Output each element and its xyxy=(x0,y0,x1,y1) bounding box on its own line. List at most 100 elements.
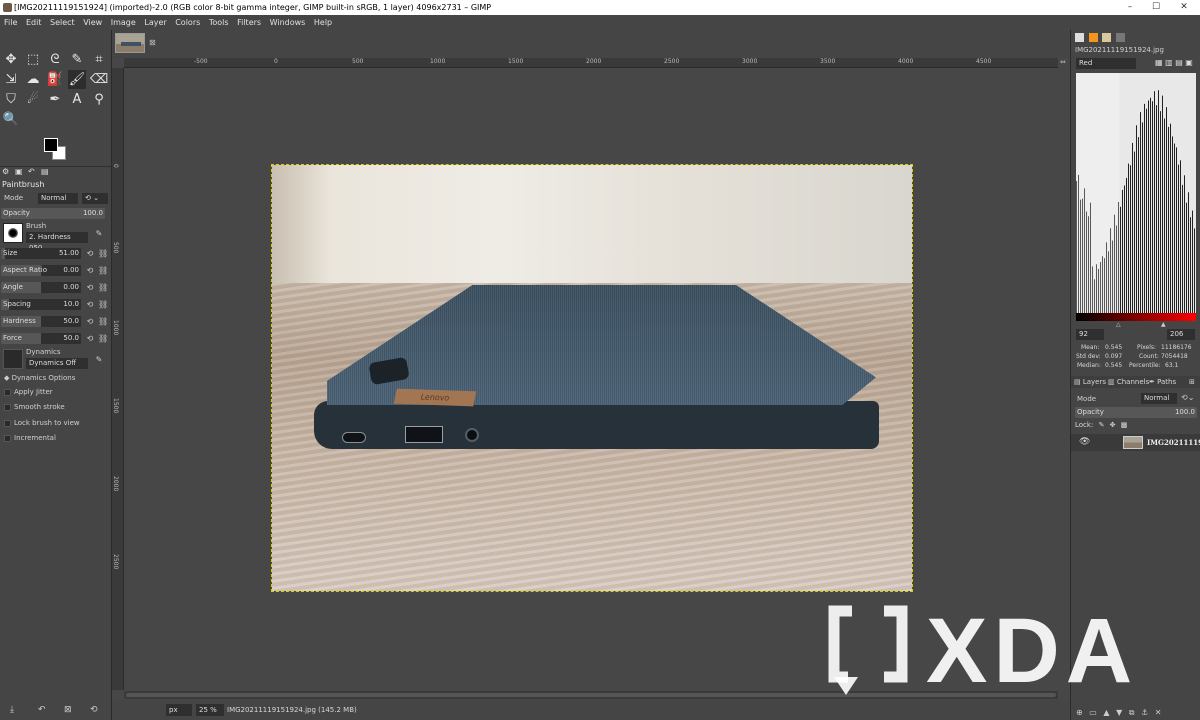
histogram-tab-icon[interactable] xyxy=(1075,33,1084,42)
force-reset-icon[interactable]: ⟲ xyxy=(85,333,95,344)
menu-windows[interactable]: Windows xyxy=(270,18,306,27)
bucket-fill-tool-icon[interactable]: ⛽ xyxy=(46,70,64,89)
aspect-ratio-slider[interactable]: Aspect Ratio 0.00 xyxy=(1,265,81,276)
brush-preview[interactable] xyxy=(3,223,23,243)
foreground-color-swatch[interactable] xyxy=(44,138,58,152)
hardness-slider[interactable]: Hardness 50.0 xyxy=(1,316,81,327)
range-low-field[interactable]: 92 xyxy=(1076,329,1104,340)
incremental-checkbox[interactable]: Incremental xyxy=(4,434,116,447)
smudge-tool-icon[interactable]: ☄ xyxy=(24,90,42,109)
lasso-tool-icon[interactable]: ᘓ xyxy=(46,50,64,69)
move-tool-icon[interactable]: ✥ xyxy=(2,50,20,69)
lock-pixels-icon[interactable]: ✎ xyxy=(1099,421,1105,429)
angle-slider[interactable]: Angle 0.00 xyxy=(1,282,81,293)
spacing-link-icon[interactable]: ⛓ xyxy=(98,299,108,310)
undo-history-tab-icon[interactable]: ↶ xyxy=(28,167,39,177)
dynamics-field[interactable]: Dynamics Off xyxy=(26,358,88,369)
range-high-marker-icon[interactable]: ▲ xyxy=(1161,321,1166,328)
anchor-layer-icon[interactable]: ⚓ xyxy=(1141,708,1148,717)
new-group-icon[interactable]: ▭ xyxy=(1089,708,1097,717)
fuzzy-select-tool-icon[interactable]: ✎ xyxy=(68,50,86,69)
fg-bg-colors[interactable] xyxy=(42,136,70,162)
tab-layers[interactable]: ▤ Layers xyxy=(1074,376,1106,388)
size-link-icon[interactable]: ⛓ xyxy=(98,248,108,259)
opacity-slider[interactable]: Opacity 100.0 xyxy=(1,208,105,219)
lock-brush-checkbox[interactable]: Lock brush to view xyxy=(4,419,116,432)
force-link-icon[interactable]: ⛓ xyxy=(98,333,108,344)
raise-layer-icon[interactable]: ▲ xyxy=(1103,708,1109,717)
spacing-reset-icon[interactable]: ⟲ xyxy=(85,299,95,310)
clone-tool-icon[interactable]: ⛉ xyxy=(2,90,20,109)
menu-image[interactable]: Image xyxy=(111,18,136,27)
menu-tools[interactable]: Tools xyxy=(209,18,229,27)
unit-select[interactable]: px xyxy=(166,704,192,716)
lower-layer-icon[interactable]: ▼ xyxy=(1116,708,1122,717)
range-high-field[interactable]: 206 xyxy=(1167,329,1195,340)
image-tab-thumbnail[interactable] xyxy=(115,33,145,53)
layer-mode-select[interactable]: Normal xyxy=(1141,393,1177,404)
delete-options-icon[interactable]: ⊠ xyxy=(64,705,72,715)
restore-options-icon[interactable]: ↶ xyxy=(38,705,46,715)
dynamics-options-expander[interactable]: ◆ Dynamics Options xyxy=(4,374,116,387)
close-button[interactable]: ✕ xyxy=(1172,0,1196,15)
brush-edit-icon[interactable]: ✎ xyxy=(94,228,104,239)
dynamics-edit-icon[interactable]: ✎ xyxy=(94,354,104,365)
layer-opacity-slider[interactable]: Opacity 100.0 xyxy=(1075,407,1197,418)
menu-layer[interactable]: Layer xyxy=(144,18,166,27)
tool-options-tab-icon[interactable]: ⚙ xyxy=(2,167,13,177)
eraser-tool-icon[interactable]: ⌫ xyxy=(90,70,108,89)
lock-position-icon[interactable]: ✥ xyxy=(1110,421,1116,429)
maximize-button[interactable]: ☐ xyxy=(1144,0,1168,15)
smooth-stroke-checkbox[interactable]: Smooth stroke xyxy=(4,403,116,416)
force-slider[interactable]: Force 50.0 xyxy=(1,333,81,344)
new-layer-icon[interactable]: ⊕ xyxy=(1076,708,1083,717)
mode-select[interactable]: Normal xyxy=(38,193,78,204)
colors-tab-icon[interactable] xyxy=(1088,33,1098,42)
menu-colors[interactable]: Colors xyxy=(175,18,200,27)
paintbrush-tool-icon[interactable]: 🖌 xyxy=(68,70,86,89)
channel-select[interactable]: Red xyxy=(1076,58,1136,69)
text-tool-icon[interactable]: A xyxy=(68,90,86,109)
delete-layer-icon[interactable]: ✕ xyxy=(1155,708,1162,717)
zoom-tool-icon[interactable]: 🔍 xyxy=(2,110,20,129)
range-low-marker-icon[interactable]: △ xyxy=(1116,321,1121,328)
angle-link-icon[interactable]: ⛓ xyxy=(98,282,108,293)
brush-name-field[interactable]: 2. Hardness 050 xyxy=(26,232,88,252)
rect-select-tool-icon[interactable]: ⬚ xyxy=(24,50,42,69)
dynamics-preview[interactable] xyxy=(3,349,23,369)
hardness-link-icon[interactable]: ⛓ xyxy=(98,316,108,327)
transform-tool-icon[interactable]: ⇲ xyxy=(2,70,20,89)
reset-options-icon[interactable]: ⟲ xyxy=(90,705,98,715)
warp-tool-icon[interactable]: ☁ xyxy=(24,70,42,89)
aspect-reset-icon[interactable]: ⟲ xyxy=(85,265,95,276)
sample-tab-icon[interactable] xyxy=(1115,33,1125,42)
spacing-slider[interactable]: Spacing 10.0 xyxy=(1,299,81,310)
crop-tool-icon[interactable]: ⌗ xyxy=(90,50,108,69)
lock-alpha-icon[interactable]: ▩ xyxy=(1121,421,1128,429)
zoom-select[interactable]: 25 % xyxy=(196,704,224,716)
duplicate-layer-icon[interactable]: ⧉ xyxy=(1129,708,1135,717)
paths-tool-icon[interactable]: ✒ xyxy=(46,90,64,109)
size-reset-icon[interactable]: ⟲ xyxy=(85,248,95,259)
apply-jitter-checkbox[interactable]: Apply Jitter xyxy=(4,388,116,401)
angle-reset-icon[interactable]: ⟲ xyxy=(85,282,95,293)
minimize-button[interactable]: – xyxy=(1118,0,1142,15)
pointer-tab-icon[interactable] xyxy=(1102,33,1112,42)
menu-view[interactable]: View xyxy=(83,18,102,27)
close-image-tab-icon[interactable]: ⊠ xyxy=(149,38,156,47)
images-tab-icon[interactable]: ▤ xyxy=(41,167,52,177)
histogram-mode-icons[interactable]: ▦ ▥ ▤ ▣ xyxy=(1155,58,1193,67)
mode-reset-button[interactable]: ⟲ ⌄ xyxy=(82,193,108,204)
menu-edit[interactable]: Edit xyxy=(26,18,42,27)
tab-channels[interactable]: ▥ Channels xyxy=(1108,376,1149,388)
layer-mode-reset-icon[interactable]: ⟲⌄ xyxy=(1181,393,1194,402)
image-canvas[interactable]: Lenovo xyxy=(271,164,913,592)
dock-menu-icon[interactable]: ⊞ xyxy=(1189,376,1195,388)
size-slider[interactable]: Size 51.00 xyxy=(1,248,81,259)
menu-filters[interactable]: Filters xyxy=(237,18,261,27)
menu-select[interactable]: Select xyxy=(50,18,75,27)
navigate-icon[interactable]: ⇔ xyxy=(1060,58,1066,66)
save-options-icon[interactable]: ⤓ xyxy=(10,705,14,715)
layer-row[interactable]: 👁 IMG20211119 xyxy=(1071,434,1200,451)
menu-help[interactable]: Help xyxy=(314,18,332,27)
